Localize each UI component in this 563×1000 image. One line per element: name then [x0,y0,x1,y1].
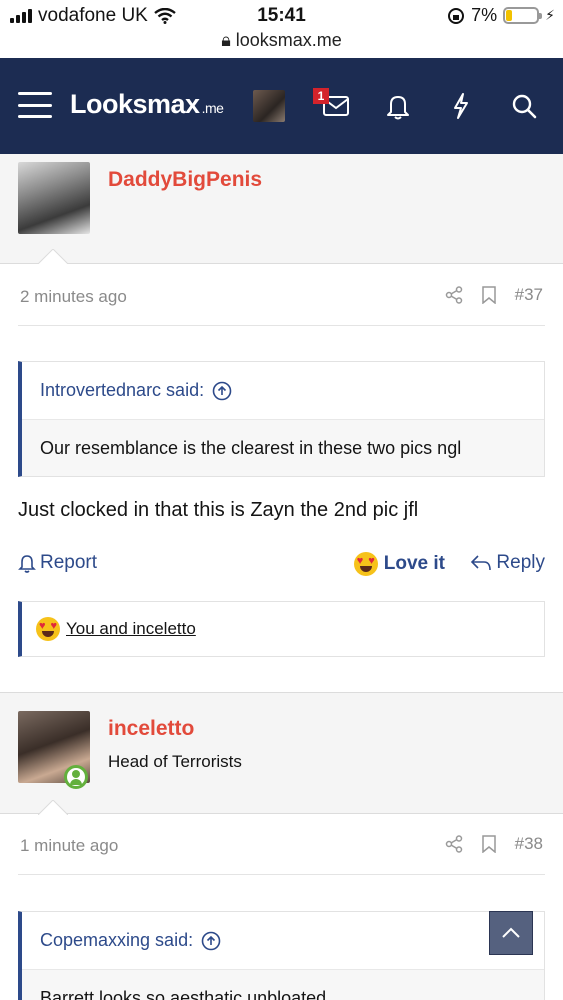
heart-eyes-emoji-icon [353,552,378,576]
username[interactable]: inceletto [108,717,194,741]
bell-icon[interactable] [380,88,416,124]
search-icon[interactable] [506,88,542,124]
post-time[interactable]: 1 minute ago [20,836,118,856]
share-icon[interactable] [445,835,463,853]
reaction-summary[interactable]: You and inceletto [18,601,545,657]
lightning-icon[interactable] [443,88,479,124]
user-title: Head of Terrorists [108,752,242,771]
quote-block: Introvertednarc said: Our resemblance is… [18,361,545,477]
quote-header[interactable]: Introvertednarc said: [22,362,544,420]
chevron-up-icon [502,927,520,938]
divider [18,325,545,326]
arrow-up-circle-icon[interactable] [201,931,221,951]
bookmark-icon[interactable] [481,286,497,304]
username[interactable]: DaddyBigPenis [108,168,262,192]
reply-button[interactable]: Reply [470,552,545,574]
lock-icon: 🔒︎ [221,30,231,50]
post-userbar: DaddyBigPenis [0,154,563,264]
reply-arrow-icon [471,555,492,571]
online-status-icon [64,765,88,789]
divider [18,874,545,875]
battery-icon [503,7,543,24]
battery-area: 7% ⚡︎ [447,5,555,26]
quote-text: Our resemblance is the clearest in these… [22,420,544,476]
quote-author[interactable]: Copemaxxing said: [40,930,193,951]
share-icon[interactable] [445,286,463,304]
post-actions: Report Love it Reply [18,552,545,582]
user-avatar[interactable] [253,90,285,122]
love-it-button[interactable]: Love it [353,552,445,576]
site-logo[interactable]: Looksmax .me [70,89,224,120]
post-meta: 1 minute ago #38 [0,814,563,874]
quote-block: Copemaxxing said: Barrett looks so aesth… [18,911,545,1000]
top-nav: Looksmax .me 1 [0,58,563,154]
menu-icon[interactable] [18,92,52,118]
url-bar[interactable]: 🔒︎ looksmax.me [0,30,563,51]
battery-percent: 7% [471,5,498,25]
arrow-up-circle-icon[interactable] [212,381,232,401]
report-button[interactable]: Report [18,552,97,574]
quote-text: Barrett looks so aesthatic unbloated [22,970,544,1000]
post-body: Just clocked in that this is Zayn the 2n… [18,499,419,521]
orientation-lock-icon [448,7,465,24]
message-count-badge: 1 [313,88,329,104]
quote-header[interactable]: Copemaxxing said: [22,912,544,970]
url-text: looksmax.me [235,30,342,50]
post-number[interactable]: #37 [515,285,543,305]
post-time[interactable]: 2 minutes ago [20,287,127,307]
thread-content: DaddyBigPenis 2 minutes ago #37 Introver… [0,154,563,1000]
post-meta: 2 minutes ago #37 [0,265,563,325]
post-number[interactable]: #38 [515,834,543,854]
scroll-to-top-button[interactable] [489,911,533,955]
avatar[interactable] [18,162,90,234]
reaction-users[interactable]: You and inceletto [66,619,196,639]
userbar-arrow [38,800,68,815]
post-userbar: inceletto Head of Terrorists [0,692,563,815]
bell-outline-icon [18,555,36,573]
bookmark-icon[interactable] [481,835,497,853]
quote-author[interactable]: Introvertednarc said: [40,380,204,401]
charging-icon: ⚡︎ [545,7,555,23]
userbar-arrow [38,249,68,264]
status-bar: vodafone UK 15:41 🔒︎ looksmax.me 7% ⚡︎ [0,0,563,58]
heart-eyes-emoji-icon [36,617,60,641]
